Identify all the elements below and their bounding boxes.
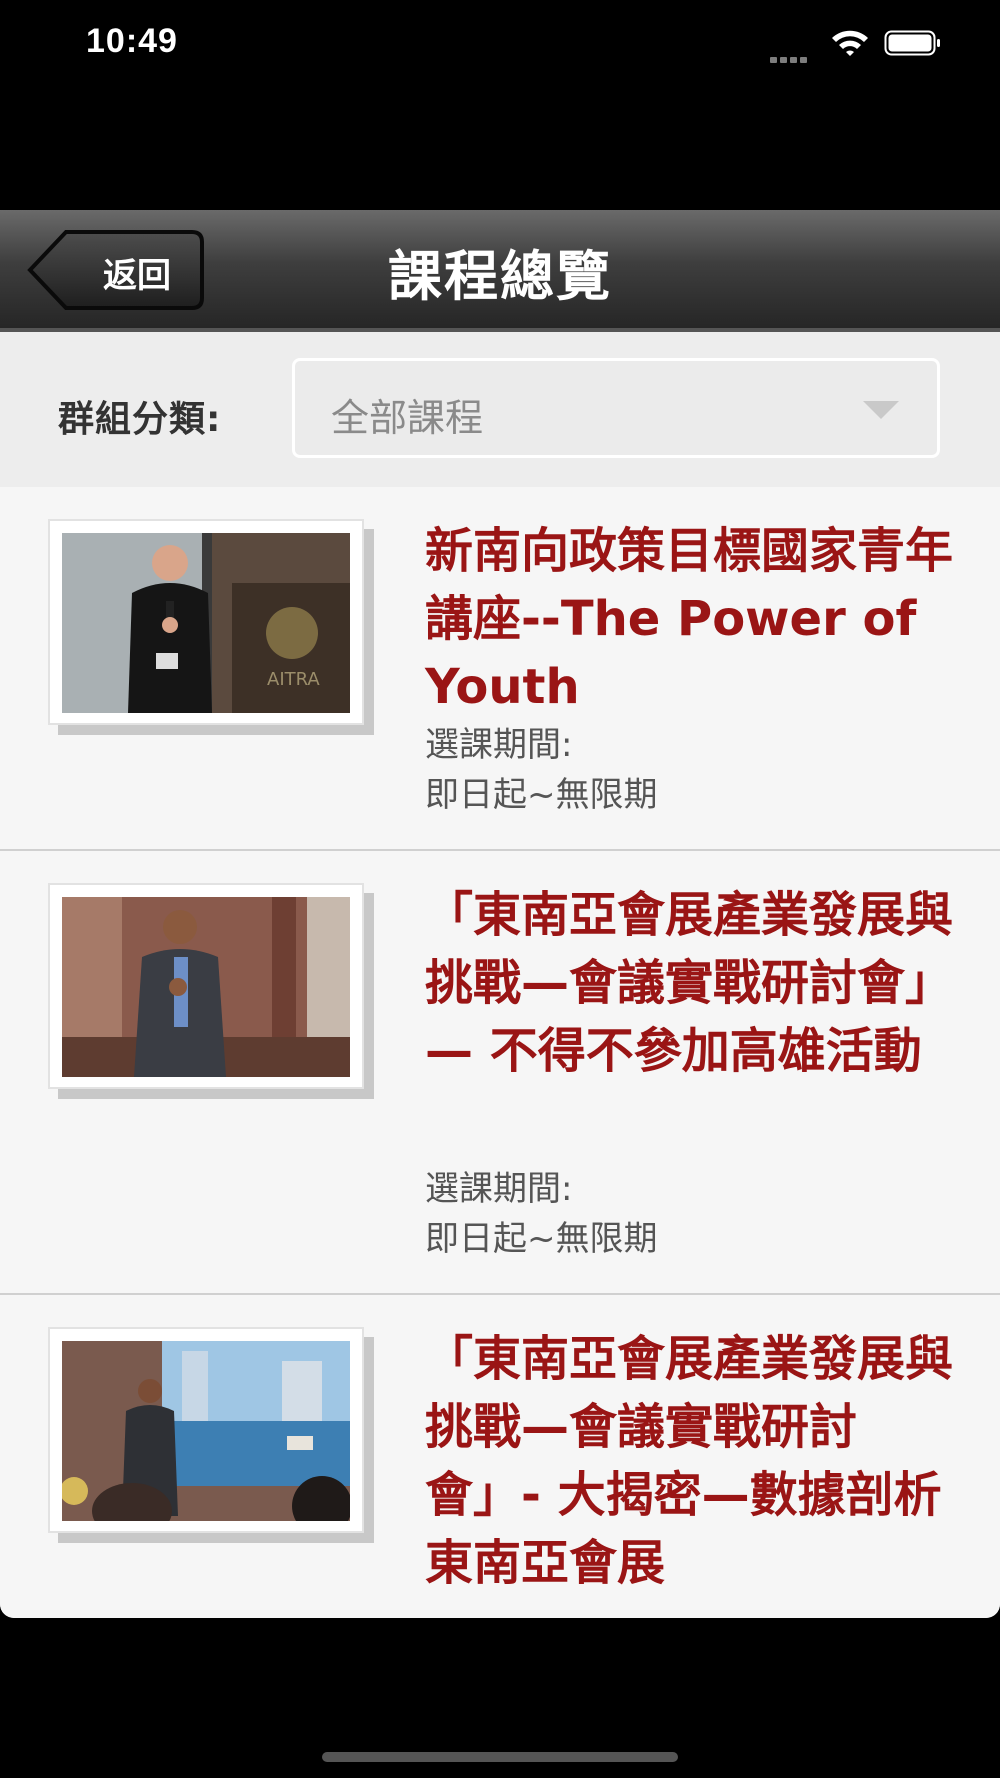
page-title: 課程總覽 <box>388 245 612 308</box>
back-button-label: 返回 <box>103 256 171 296</box>
battery-icon <box>884 30 940 56</box>
course-photo-presentation-screen <box>62 1341 350 1521</box>
chevron-down-icon <box>863 401 899 419</box>
course-item[interactable]: 「東南亞會展產業發展與挑戰—會議實戰研討會」— 不得不參加高雄活動 選課期間: … <box>0 851 1000 1295</box>
status-bar: 10:49 <box>0 0 1000 90</box>
course-photo-speaker-suit <box>62 897 350 1077</box>
group-filter-select[interactable]: 全部課程 <box>292 358 940 458</box>
group-filter: 群組分類: 全部課程 <box>0 332 1000 487</box>
course-item[interactable]: AITRA 新南向政策目標國家青年講座--The Power of Youth … <box>0 487 1000 851</box>
cellular-signal-icon <box>770 48 816 63</box>
course-title: 新南向政策目標國家青年講座--The Power of Youth <box>425 523 954 715</box>
course-title: 「東南亞會展產業發展與挑戰—會議實戰研討會」— 不得不參加高雄活動 <box>425 887 954 1079</box>
course-thumbnail: AITRA <box>48 519 364 725</box>
course-title: 「東南亞會展產業發展與挑戰—會議實戰研討會」- 大揭密—數據剖析東南亞會展 <box>425 1331 954 1591</box>
course-photo-speaker-black-shirt: AITRA <box>62 533 350 713</box>
course-period-label: 選課期間: <box>425 1169 573 1209</box>
group-filter-label: 群組分類: <box>58 399 222 440</box>
status-time: 10:49 <box>86 22 178 60</box>
group-filter-value: 全部課程 <box>331 396 484 440</box>
course-thumbnail <box>48 883 364 1089</box>
navigation-bar: 返回 課程總覽 <box>0 210 1000 332</box>
course-thumbnail <box>48 1327 364 1533</box>
course-period-value: 即日起~無限期 <box>425 1219 658 1259</box>
svg-text:AITRA: AITRA <box>267 669 320 690</box>
home-indicator[interactable] <box>322 1752 678 1762</box>
course-period-value: 即日起~無限期 <box>425 775 658 815</box>
back-button[interactable]: 返回 <box>26 228 206 312</box>
course-list: AITRA 新南向政策目標國家青年講座--The Power of Youth … <box>0 487 1000 1618</box>
course-period-label: 選課期間: <box>425 725 573 765</box>
course-item[interactable]: 「東南亞會展產業發展與挑戰—會議實戰研討會」- 大揭密—數據剖析東南亞會展 <box>0 1295 1000 1618</box>
app-screen: 返回 課程總覽 群組分類: 全部課程 AITRA 新南向政策目標國家青年講座--… <box>0 210 1000 1618</box>
wifi-icon <box>832 30 868 56</box>
